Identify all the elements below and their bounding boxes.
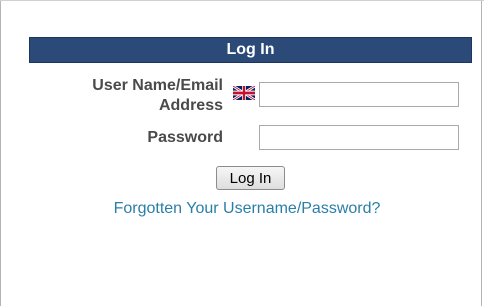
panel-top-border: [0, 0, 484, 1]
password-input[interactable]: [259, 125, 459, 150]
uk-flag-icon[interactable]: [233, 86, 255, 100]
login-header: Log In: [29, 37, 472, 63]
login-button[interactable]: Log In: [216, 166, 285, 190]
username-input[interactable]: [259, 82, 459, 107]
forgot-credentials-link[interactable]: Forgotten Your Username/Password?: [60, 199, 434, 219]
login-header-title: Log In: [226, 41, 275, 58]
username-label: User Name/Email Address: [92, 77, 223, 114]
password-label: Password: [147, 129, 223, 146]
